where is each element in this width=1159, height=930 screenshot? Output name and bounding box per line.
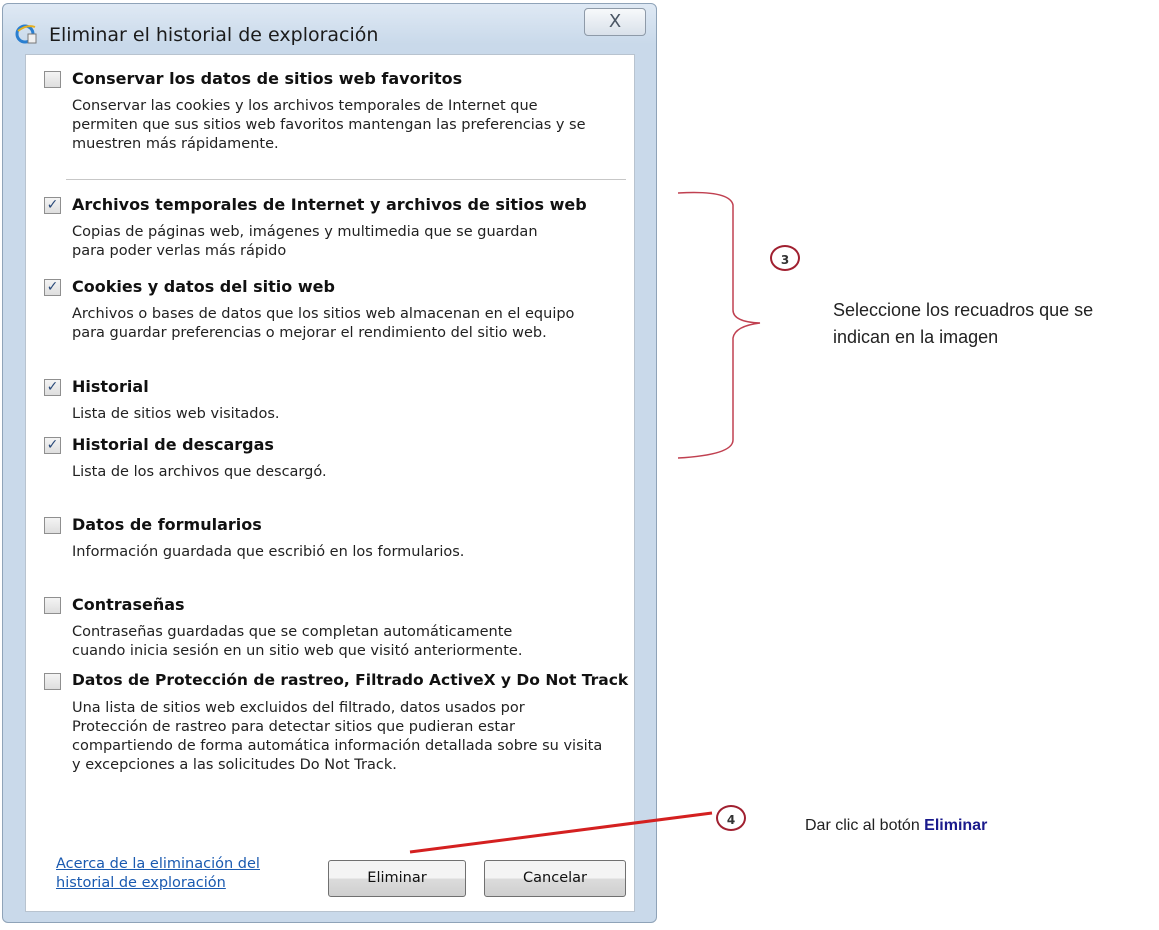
step3-marker: 3 <box>770 245 800 271</box>
step4-marker: 4 <box>716 805 746 831</box>
annotation-layer <box>409 191 761 854</box>
step4-instruction: Dar clic al botón Eliminar <box>805 817 988 834</box>
step3-instruction: Seleccione los recuadros que se indican … <box>833 300 1094 347</box>
eliminar-emphasis: Eliminar <box>924 817 988 834</box>
step4-arrow-line <box>409 811 713 854</box>
selection-bracket <box>677 191 761 459</box>
